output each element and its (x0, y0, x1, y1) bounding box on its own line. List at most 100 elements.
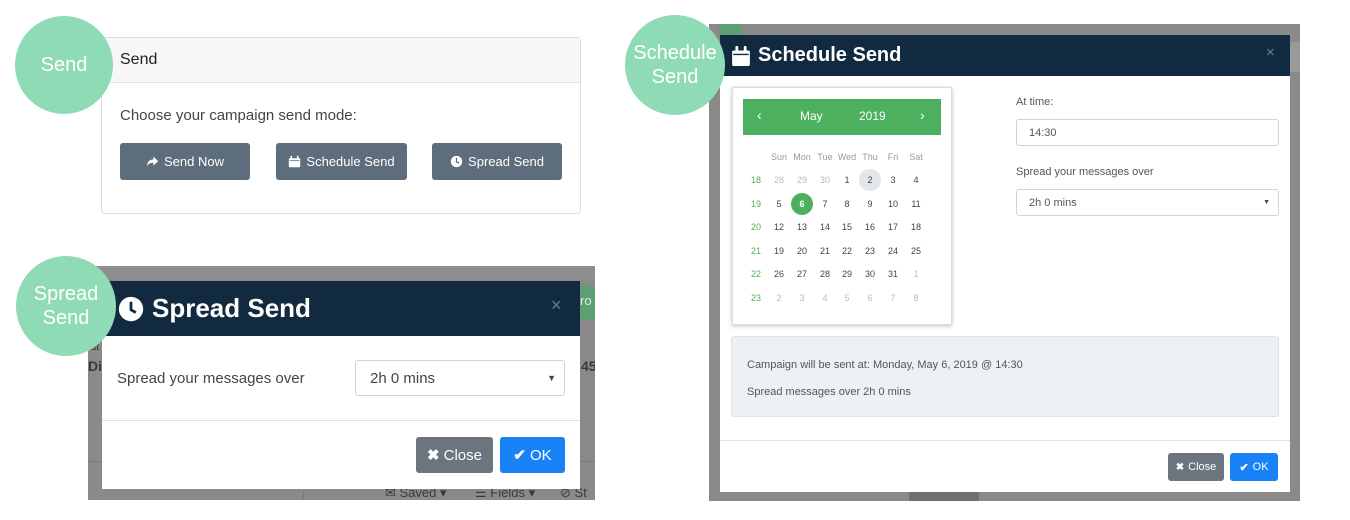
schedule-modal-close-x[interactable]: × (1266, 44, 1275, 61)
calendar-header: ‹ May 2019 › (743, 99, 941, 135)
calendar-day[interactable]: 16 (859, 216, 881, 238)
calendar-day[interactable]: 7 (814, 193, 836, 215)
calendar-day[interactable]: 19 (768, 240, 790, 262)
calendar-day[interactable]: 23 (859, 240, 881, 262)
schedule-section-label: Schedule Send (625, 15, 725, 115)
weekday-header: Thu (862, 152, 878, 162)
calendar-day[interactable]: 29 (836, 263, 858, 285)
calendar-day[interactable]: 12 (768, 216, 790, 238)
schedule-spread-select[interactable]: 2h 0 mins ▼ (1016, 189, 1279, 216)
weekday-header: Sun (770, 152, 787, 162)
spread-duration-label: Spread your messages over (117, 369, 305, 387)
send-mode-prompt: Choose your campaign send mode: (120, 107, 357, 124)
prev-month-button[interactable]: ‹ (757, 107, 762, 123)
calendar-day-selected[interactable]: 6 (791, 192, 813, 215)
calendar-day[interactable]: 8 (836, 193, 858, 215)
calendar-day[interactable]: 2 (859, 169, 881, 191)
spread-send-modal: Spread Send × Spread your messages over … (102, 281, 580, 489)
spread-close-button[interactable]: ✖ Close (416, 437, 493, 473)
schedule-summary: Campaign will be sent at: Monday, May 6,… (731, 336, 1279, 417)
spread-duration-select[interactable]: 2h 0 mins ▼ (355, 360, 565, 396)
calendar-day[interactable]: 28 (814, 263, 836, 285)
calendar-day[interactable]: 15 (836, 216, 858, 238)
calendar-day[interactable]: 14 (814, 216, 836, 238)
send-panel-title: Send (102, 38, 580, 83)
next-month-button[interactable]: › (920, 107, 925, 123)
calendar-day[interactable]: 7 (882, 287, 904, 309)
weekday-header: Mon (793, 152, 811, 162)
calendar-day[interactable]: 9 (859, 193, 881, 215)
week-number: 23 (750, 292, 761, 303)
week-number: 19 (750, 198, 761, 209)
check-icon: ✔ (513, 447, 526, 464)
calendar-month[interactable]: May (800, 109, 823, 123)
schedule-close-button[interactable]: ✖ Close (1168, 453, 1224, 481)
spread-ok-button[interactable]: ✔ OK (500, 437, 565, 473)
send-now-button[interactable]: Send Now (120, 143, 250, 180)
calendar-day[interactable]: 21 (814, 240, 836, 262)
week-number: 18 (750, 175, 761, 185)
calendar-day[interactable]: 30 (814, 169, 836, 191)
calendar-day[interactable]: 20 (791, 240, 813, 262)
spread-ok-label: OK (529, 446, 552, 464)
schedule-send-button[interactable]: Schedule Send (276, 143, 407, 180)
chevron-down-icon: ▼ (547, 373, 556, 383)
calendar-day[interactable]: 29 (791, 169, 813, 191)
calendar-day[interactable]: 5 (836, 287, 858, 309)
calendar-day[interactable]: 2 (768, 287, 790, 309)
weekday-header: Wed (837, 152, 857, 162)
calendar-day[interactable]: 1 (836, 169, 858, 191)
spread-duration-value: 2h 0 mins (370, 369, 436, 387)
send-section-label: Send (15, 16, 113, 114)
calendar-day[interactable]: 18 (905, 216, 927, 238)
spread-modal-header: Spread Send (102, 281, 580, 336)
week-number: 22 (750, 269, 761, 279)
send-now-label: Send Now (164, 154, 224, 169)
calendar-day[interactable]: 8 (905, 287, 927, 309)
spread-label-line1: Spread (33, 283, 99, 305)
clock-icon (450, 155, 463, 168)
calendar-day[interactable]: 17 (882, 216, 904, 238)
calendar-day[interactable]: 3 (791, 287, 813, 309)
calendar-day[interactable]: 3 (882, 169, 904, 191)
weekday-header: Sat (909, 152, 923, 162)
close-x-icon: ✖ (427, 447, 440, 464)
calendar-day[interactable]: 30 (859, 263, 881, 285)
schedule-ok-button[interactable]: ✔ OK (1230, 453, 1278, 481)
calendar-day[interactable]: 4 (905, 169, 927, 191)
weekday-header: Tue (817, 152, 833, 162)
calendar-day[interactable]: 27 (791, 263, 813, 285)
calendar-day[interactable]: 4 (814, 287, 836, 309)
time-label: At time: (1016, 96, 1054, 108)
calendar-year[interactable]: 2019 (859, 109, 886, 123)
calendar-day[interactable]: 6 (859, 287, 881, 309)
calendar-day[interactable]: 31 (882, 263, 904, 285)
calendar-day[interactable]: 13 (791, 216, 813, 238)
schedule-label-line2: Send (651, 66, 699, 88)
schedule-modal-title: Schedule Send (758, 44, 902, 66)
schedule-label-line1: Schedule (633, 42, 717, 64)
week-number: 21 (750, 245, 761, 256)
schedule-modal-header: Schedule Send (720, 35, 1290, 76)
calendar-day[interactable]: 22 (836, 240, 858, 262)
close-x-icon: ✖ (1175, 461, 1185, 473)
calendar-day[interactable]: 5 (768, 193, 790, 215)
calendar-day[interactable]: 26 (768, 263, 790, 285)
spread-send-label: Spread Send (468, 154, 544, 169)
schedule-spread-value: 2h 0 mins (1029, 196, 1077, 209)
summary-spread: Spread messages over 2h 0 mins (747, 386, 911, 398)
spread-send-button[interactable]: Spread Send (432, 143, 562, 180)
calendar-day[interactable]: 28 (768, 169, 790, 191)
calendar-day[interactable]: 1 (905, 263, 927, 285)
chevron-down-icon: ▼ (1263, 199, 1270, 206)
time-input[interactable]: 14:30 (1016, 119, 1279, 146)
calendar-day[interactable]: 11 (905, 193, 927, 215)
week-number: 20 (750, 222, 761, 232)
calendar-day[interactable]: 25 (905, 240, 927, 262)
backdrop-text-left-bold: Di (88, 358, 102, 374)
schedule-modal-footer: ✖ Close ✔ OK (720, 440, 1290, 492)
spread-label-line2: Send (42, 307, 90, 329)
calendar-day[interactable]: 10 (882, 193, 904, 215)
spread-modal-close-x[interactable]: × (551, 295, 562, 316)
calendar-day[interactable]: 24 (882, 240, 904, 262)
